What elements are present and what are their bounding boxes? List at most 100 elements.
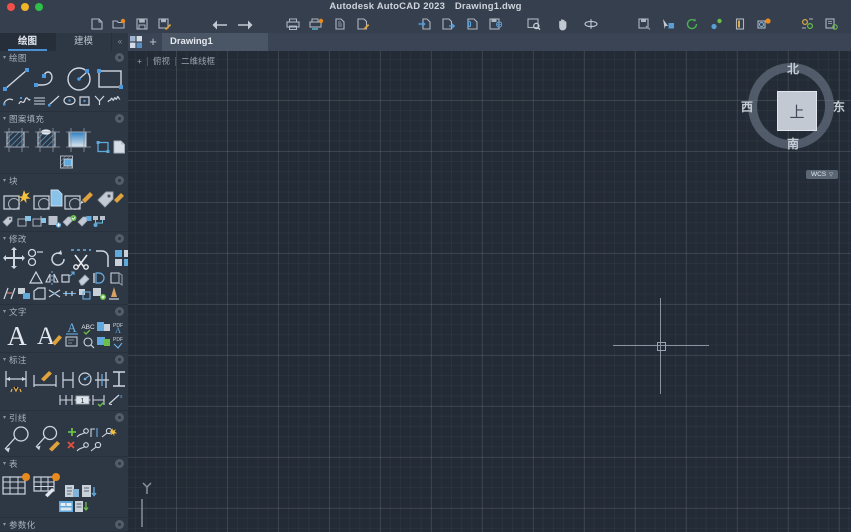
move-tool[interactable] (2, 246, 26, 270)
customize-icon[interactable] (822, 17, 840, 31)
line-tool[interactable] (2, 65, 32, 93)
gradient-hatch-tool[interactable] (33, 126, 63, 154)
plot-preview-icon[interactable] (307, 17, 325, 31)
plot-icon[interactable] (284, 17, 302, 31)
view-cube-west-label[interactable]: 西 (741, 98, 753, 115)
new-drawing-tab-button[interactable]: + (144, 33, 162, 51)
scale-tool[interactable] (60, 270, 76, 286)
drawing-grid-icon[interactable] (128, 33, 144, 51)
view-cube[interactable]: 上 北 南 西 东 (741, 62, 845, 157)
gear-icon[interactable] (115, 520, 124, 529)
view-cube-east-label[interactable]: 东 (833, 98, 845, 115)
rotate-tool[interactable] (48, 248, 68, 270)
hatch-edit-tool[interactable] (59, 154, 75, 170)
gear-icon[interactable] (115, 176, 124, 185)
gradient-tool[interactable] (64, 126, 94, 154)
update-dimension-tool[interactable] (91, 393, 107, 407)
import-icon[interactable] (415, 17, 433, 31)
drawing-canvas[interactable]: + 俯视 二维线框 上 北 南 西 东 WCS ▽ (128, 51, 851, 532)
write-block-tool[interactable] (2, 214, 17, 228)
stretch-tool[interactable] (28, 270, 44, 286)
continue-dimension-tool[interactable] (58, 393, 74, 407)
single-line-text-tool[interactable]: A (33, 319, 63, 349)
manage-attributes-tool[interactable] (77, 214, 92, 228)
orbit-icon[interactable] (582, 17, 600, 31)
attach-icon[interactable] (462, 17, 480, 31)
trim-tool[interactable] (69, 246, 93, 270)
block-editor-tool[interactable] (17, 214, 32, 228)
break-tool[interactable] (2, 286, 17, 301)
array-tool[interactable] (113, 248, 128, 270)
gear-icon[interactable] (115, 114, 124, 123)
view-cube-top-face[interactable]: 上 (777, 91, 817, 131)
panel-parametric-header[interactable]: ▾ 参数化 (0, 518, 128, 531)
select-similar-icon[interactable] (659, 17, 677, 31)
file-tab-drawing1[interactable]: Drawing1 (162, 33, 268, 51)
linear-dimension-tool[interactable] (2, 367, 30, 393)
dimension-style-tool[interactable] (111, 369, 127, 393)
coordinate-system-dropdown[interactable]: WCS ▽ (805, 170, 838, 179)
define-attribute-tool[interactable] (95, 188, 125, 214)
new-file-icon[interactable] (88, 17, 106, 31)
ribbon-collapse-button[interactable]: « (112, 33, 128, 51)
multiline-text-tool[interactable]: A (2, 319, 32, 349)
viewport-menu-button[interactable]: + (132, 56, 147, 66)
rectangle-tool[interactable] (95, 65, 125, 93)
viewport-view-label[interactable]: 俯视 (148, 55, 175, 67)
edit-cell-tool[interactable] (58, 499, 74, 514)
panel-draw-header[interactable]: ▾ 绘图 (0, 51, 128, 64)
edit-polyline-tool[interactable] (92, 286, 107, 301)
pan-hand-icon[interactable] (554, 17, 572, 31)
fillet-tool[interactable] (94, 248, 112, 270)
boundary-tool[interactable] (95, 140, 111, 154)
panel-hatch-header[interactable]: ▾ 图案填充 (0, 112, 128, 125)
sync-attributes-tool[interactable] (62, 214, 77, 228)
page-setup-icon[interactable] (331, 17, 349, 31)
gear-icon[interactable] (115, 413, 124, 422)
panel-leader-header[interactable]: ▾ 引线 (0, 411, 128, 424)
panel-block-header[interactable]: ▾ 块 (0, 174, 128, 187)
revision-cloud-tool[interactable] (107, 93, 122, 108)
multiline-tool[interactable] (32, 93, 47, 108)
hatch-tool[interactable] (2, 126, 32, 154)
quick-dimension-tool[interactable] (31, 367, 59, 393)
join-tool[interactable] (17, 286, 32, 301)
plot-style-icon[interactable] (354, 17, 372, 31)
ribbon-tab-modeling[interactable]: 建模 (56, 33, 112, 51)
table-style-tool[interactable] (33, 471, 63, 499)
properties-icon[interactable] (731, 17, 749, 31)
insert-table-tool[interactable] (2, 471, 32, 499)
gear-icon[interactable] (115, 234, 124, 243)
chamfer-tool[interactable] (32, 286, 47, 301)
baseline-dimension-tool[interactable] (94, 369, 110, 393)
circle-tool[interactable] (64, 65, 94, 93)
copy-tool[interactable] (27, 248, 47, 270)
panel-table-header[interactable]: ▾ 表 (0, 457, 128, 470)
polyline-tool[interactable] (33, 65, 63, 93)
panel-text-header[interactable]: ▾ 文字 (0, 305, 128, 318)
gear-icon[interactable] (115, 459, 124, 468)
arc-tool[interactable] (2, 93, 17, 108)
polygon-tool[interactable] (77, 93, 92, 108)
panel-modify-header[interactable]: ▾ 修改 (0, 232, 128, 245)
construction-line-tool[interactable] (92, 93, 107, 108)
options-icon[interactable] (798, 17, 816, 31)
aligned-dimension-tool[interactable] (60, 369, 76, 393)
offset-tool[interactable] (92, 270, 108, 286)
view-cube-south-label[interactable]: 南 (787, 135, 799, 152)
spline-tool[interactable] (17, 93, 32, 108)
extract-data-tool[interactable] (64, 483, 80, 499)
zoom-window-icon[interactable] (525, 17, 543, 31)
insert-block-tool[interactable] (2, 188, 32, 214)
export-icon[interactable] (439, 17, 457, 31)
align-tool[interactable] (77, 286, 92, 301)
publish-icon[interactable] (486, 17, 504, 31)
gear-icon[interactable] (115, 307, 124, 316)
explode-tool[interactable] (47, 286, 62, 301)
save-block-icon[interactable] (635, 17, 653, 31)
gear-icon[interactable] (115, 53, 124, 62)
erase-tool[interactable] (76, 270, 92, 286)
edit-dimension-text-tool[interactable]: 1 (74, 393, 91, 407)
ribbon-tab-draw[interactable]: 绘图 (0, 33, 56, 51)
save-icon[interactable] (133, 17, 151, 31)
